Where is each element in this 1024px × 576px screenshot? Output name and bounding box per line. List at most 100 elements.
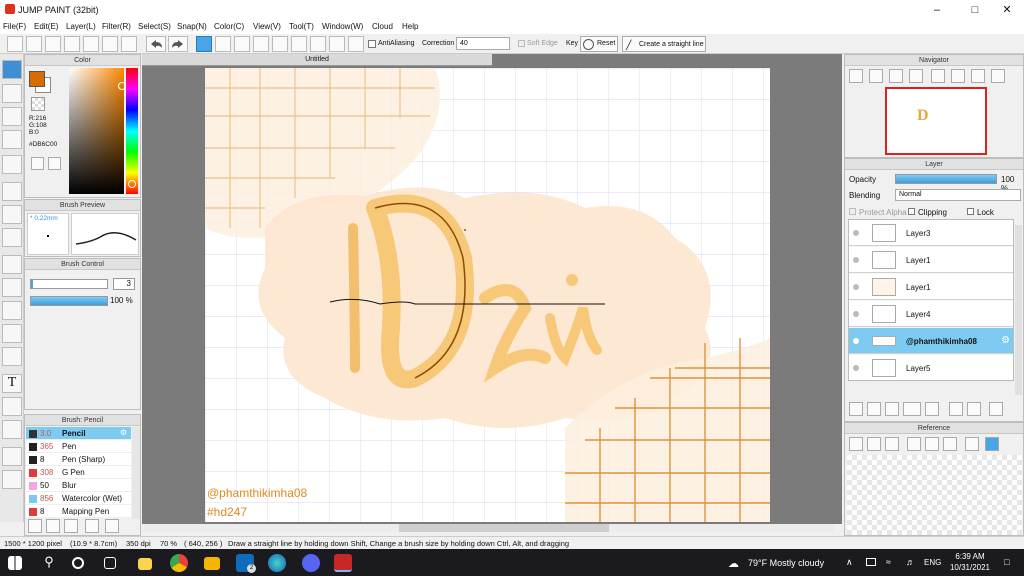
task-view-icon[interactable] — [72, 557, 84, 569]
mail-icon[interactable]: 2 — [236, 554, 256, 573]
horizontal-scrollbar[interactable] — [144, 524, 834, 532]
canvas-tab[interactable]: Untitled — [142, 54, 492, 66]
minimize-button[interactable]: – — [920, 0, 954, 20]
zoom-in-icon[interactable] — [869, 69, 883, 83]
menu-view[interactable]: View(V) — [253, 22, 281, 31]
layer-settings-icon[interactable]: ⚙ — [1001, 335, 1010, 346]
discord-icon[interactable] — [302, 554, 320, 572]
open-icon[interactable] — [26, 36, 42, 52]
menu-tool[interactable]: Tool(T) — [289, 22, 314, 31]
brush-properties-icon[interactable] — [85, 519, 99, 533]
hand-tool-icon[interactable] — [2, 447, 22, 466]
new-halftone-layer-icon[interactable] — [867, 402, 881, 416]
menu-edit[interactable]: Edit(E) — [34, 22, 58, 31]
blending-select[interactable]: Normal — [895, 189, 1021, 201]
new-8bit-layer-icon[interactable] — [885, 402, 899, 416]
soft-edge-checkbox[interactable] — [518, 40, 525, 47]
brush-new-icon[interactable] — [46, 519, 60, 533]
reference-eyedropper-icon[interactable] — [965, 437, 979, 451]
layer-visibility-icon[interactable] — [853, 338, 859, 344]
reference-close-icon[interactable] — [885, 437, 899, 451]
brush-item-pencil[interactable]: 3.0 Pencil ⚙ — [26, 427, 131, 440]
layer-visibility-icon[interactable] — [853, 311, 859, 317]
pen-tool-icon[interactable] — [2, 60, 22, 79]
layer-row[interactable]: Layer1 — [849, 247, 1013, 273]
brush-item-pen-sharp[interactable]: 8 Pen (Sharp) — [26, 453, 131, 466]
snap-radial-icon[interactable] — [253, 36, 269, 52]
reference-zoom-in-icon[interactable] — [907, 437, 921, 451]
document-canvas[interactable]: @phamthikimha08 #hd247 — [205, 68, 770, 522]
maximize-button[interactable]: □ — [958, 0, 992, 20]
hue-slider[interactable] — [126, 68, 138, 194]
reference-canvas[interactable] — [847, 455, 1022, 535]
reset-rotation-icon[interactable] — [951, 69, 965, 83]
undo-icon[interactable] — [146, 36, 166, 52]
weather-text[interactable]: 79°F Mostly cloudy — [748, 558, 824, 568]
reference-hand-icon[interactable] — [985, 437, 999, 451]
rotate-right-icon[interactable] — [971, 69, 985, 83]
windows-start-icon[interactable] — [8, 556, 22, 570]
menu-window[interactable]: Window(W) — [322, 22, 363, 31]
layer-visibility-icon[interactable] — [853, 284, 859, 290]
layer-row[interactable]: Layer1 — [849, 274, 1013, 300]
brush-item-watercolor[interactable]: 856 Watercolor (Wet) — [26, 492, 131, 505]
magic-wand-icon[interactable] — [2, 301, 22, 320]
create-straight-line-button[interactable]: ╱ Create a straight line — [622, 36, 706, 52]
settings-doc-icon[interactable] — [102, 36, 118, 52]
search-icon[interactable]: ⚲ — [40, 554, 58, 572]
snap-settings-icon[interactable] — [348, 36, 364, 52]
layer-row-selected[interactable]: @phamthikimha08 ⚙ — [849, 328, 1013, 354]
lasso-tool-icon[interactable] — [2, 278, 22, 297]
bucket-tool-icon[interactable] — [2, 205, 22, 224]
layer-folder-icon[interactable] — [925, 402, 939, 416]
layer-list-scrollbar[interactable] — [1015, 225, 1022, 395]
close-button[interactable]: ✕ — [990, 0, 1024, 20]
clock-date[interactable]: 10/31/2021 — [946, 563, 994, 572]
gradient-tool-icon[interactable] — [2, 228, 22, 247]
layer-add-menu-icon[interactable] — [903, 402, 921, 416]
color-sv-picker[interactable] — [69, 68, 126, 194]
move-tool-icon[interactable] — [2, 155, 22, 174]
delete-layer-icon[interactable] — [989, 402, 1003, 416]
redo-icon[interactable] — [168, 36, 188, 52]
new-layer-icon[interactable] — [849, 402, 863, 416]
jump-paint-taskbar-icon[interactable] — [334, 554, 352, 572]
wifi-icon[interactable]: ≈ — [886, 557, 891, 567]
menu-file[interactable]: File(F) — [3, 22, 26, 31]
layer-row[interactable]: Layer4 — [849, 301, 1013, 327]
file-explorer-icon[interactable] — [204, 557, 220, 570]
color-history-icon[interactable] — [48, 157, 61, 170]
brush-list-scrollbar[interactable] — [132, 427, 140, 519]
brush-opacity-slider[interactable] — [30, 296, 108, 306]
brush-item-mapping-pen[interactable]: 8 Mapping Pen — [26, 505, 131, 518]
protect-alpha-checkbox[interactable] — [849, 208, 856, 215]
duplicate-layer-icon[interactable] — [949, 402, 963, 416]
layer-row[interactable]: Layer3 — [849, 220, 1013, 246]
line-tool-icon[interactable] — [2, 130, 22, 149]
foreground-color-swatch[interactable] — [29, 71, 45, 87]
widgets-icon[interactable] — [104, 557, 116, 569]
fit-icon[interactable] — [889, 69, 903, 83]
operation-tool-icon[interactable] — [2, 397, 22, 416]
reset-button[interactable]: Reset — [580, 36, 618, 52]
zoom-hand-icon[interactable] — [2, 470, 22, 489]
select-rect-icon[interactable] — [2, 255, 22, 274]
snap-off-icon[interactable] — [196, 36, 212, 52]
menu-cloud[interactable]: Cloud — [372, 22, 393, 31]
select-eraser-icon[interactable] — [2, 347, 22, 366]
actual-size-icon[interactable] — [909, 69, 923, 83]
select-pen-icon[interactable] — [2, 324, 22, 343]
brush-item-blur[interactable]: 50 Blur — [26, 479, 131, 492]
correction-select[interactable]: 40 — [456, 37, 510, 50]
menu-snap[interactable]: Snap(N) — [177, 22, 207, 31]
brush-copy-icon[interactable] — [64, 519, 78, 533]
reference-open-icon[interactable] — [867, 437, 881, 451]
rectangle-tool-icon[interactable] — [2, 107, 22, 126]
grid-doc-icon[interactable] — [121, 36, 137, 52]
layer-visibility-icon[interactable] — [853, 365, 859, 371]
rotate-left-icon[interactable] — [931, 69, 945, 83]
menu-select[interactable]: Select(S) — [138, 22, 171, 31]
snap-parallel-icon[interactable] — [215, 36, 231, 52]
snap-ellipse-icon[interactable] — [329, 36, 345, 52]
merge-layer-icon[interactable] — [967, 402, 981, 416]
